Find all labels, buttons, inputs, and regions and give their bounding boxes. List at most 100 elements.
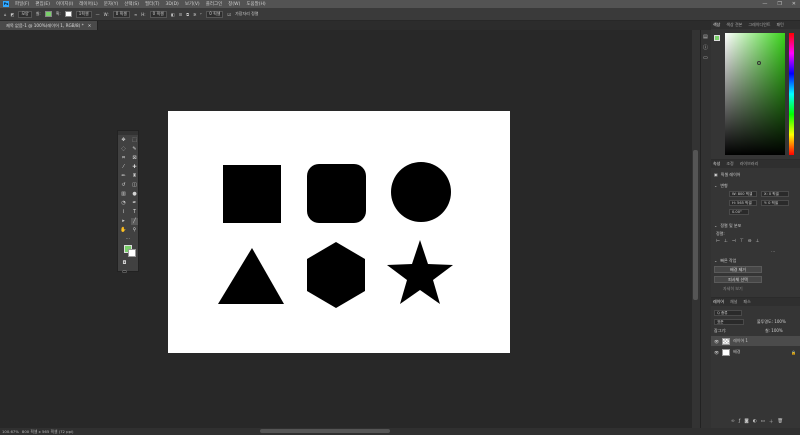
adjustment-icon[interactable]: ◐: [753, 419, 757, 425]
tab-gradients[interactable]: 그레이디언트: [748, 22, 770, 28]
close-icon[interactable]: ✕: [792, 1, 796, 7]
link-icon[interactable]: ∞: [134, 12, 137, 17]
height-field[interactable]: 0 픽셀: [149, 10, 167, 18]
menu-filter[interactable]: 필터(T): [145, 1, 160, 7]
blend-mode-select[interactable]: 표준: [714, 319, 744, 325]
menu-layer[interactable]: 레이어(L): [79, 1, 97, 7]
tab-paths[interactable]: 패스: [743, 299, 750, 305]
fill-swatch[interactable]: [44, 11, 52, 17]
menu-plugins[interactable]: 플러그인: [206, 1, 223, 7]
hand-tool-icon[interactable]: ✋: [120, 227, 127, 234]
close-tab-icon[interactable]: ✕: [88, 23, 92, 28]
layer-row[interactable]: 👁 배경 🔒: [711, 347, 800, 357]
stroke-style-icon[interactable]: —: [96, 12, 100, 17]
menu-window[interactable]: 창(W): [228, 1, 240, 7]
more-options-icon[interactable]: ⋯: [771, 249, 775, 254]
shape-tool-icon[interactable]: ╱: [131, 218, 138, 225]
path-select-tool-icon[interactable]: ▸: [120, 218, 127, 225]
gear-icon[interactable]: ✲: [193, 12, 196, 17]
align-vcenter-icon[interactable]: ⊖: [748, 239, 752, 244]
panel-fg-swatch[interactable]: [714, 35, 720, 41]
tab-libraries[interactable]: 라이브러리: [740, 161, 758, 167]
align-edges-checkbox[interactable]: ☑: [227, 12, 231, 17]
minimize-icon[interactable]: —: [762, 1, 767, 7]
comment-icon[interactable]: ▭: [703, 55, 709, 61]
layer-row[interactable]: 👁 레이어 1: [711, 336, 800, 346]
collapse-icon[interactable]: ⌄: [714, 258, 717, 264]
quick-select-tool-icon[interactable]: ✎: [131, 146, 138, 153]
transform-h-field[interactable]: H: 565 픽셀: [729, 200, 757, 206]
remove-background-button[interactable]: 배경 제거: [714, 266, 762, 273]
move-tool-icon[interactable]: ✥: [120, 137, 127, 144]
healing-brush-tool-icon[interactable]: ✚: [131, 164, 138, 171]
menu-type[interactable]: 문자(Y): [104, 1, 119, 7]
horizontal-scrollbar[interactable]: [260, 429, 390, 433]
pen-path-tool-icon[interactable]: ⌇: [120, 209, 127, 216]
select-subject-button[interactable]: 피사체 선택: [714, 276, 762, 283]
tab-channels[interactable]: 채널: [730, 299, 737, 305]
menu-image[interactable]: 이미지(I): [56, 1, 73, 7]
home-icon[interactable]: ⌂: [4, 12, 7, 17]
square-shape[interactable]: [223, 165, 281, 223]
stroke-width-field[interactable]: 1픽셀: [75, 10, 92, 18]
collapse-icon[interactable]: ⌄: [714, 223, 717, 229]
lasso-tool-icon[interactable]: ◌: [120, 146, 127, 153]
document-canvas[interactable]: [168, 111, 510, 353]
document-tab[interactable]: 제목 없음-1 @ 100%(레이어 1, RGB/8) * ✕: [0, 21, 99, 30]
collapse-icon[interactable]: ⌄: [714, 183, 717, 189]
vertical-scrollbar[interactable]: [692, 30, 700, 428]
stamp-tool-icon[interactable]: ♜: [131, 173, 138, 180]
brush-tool-icon[interactable]: ✏: [120, 173, 127, 180]
add-mask-icon[interactable]: ◙: [744, 419, 748, 425]
visibility-eye-icon[interactable]: 👁: [714, 350, 719, 355]
show-more-link[interactable]: 자세히 보기: [723, 286, 743, 292]
triangle-shape[interactable]: [218, 248, 284, 304]
zoom-tool-icon[interactable]: ⚲: [131, 227, 138, 234]
align-top-icon[interactable]: ⊤: [740, 239, 744, 244]
transform-angle-field[interactable]: 0.00°: [729, 209, 749, 215]
tab-swatches[interactable]: 색상 견본: [726, 22, 742, 28]
tab-color[interactable]: 색상: [713, 22, 720, 28]
fill-field[interactable]: 칠: 100%: [765, 328, 783, 334]
screen-mode-icon[interactable]: ▭: [121, 269, 128, 276]
align-right-icon[interactable]: ⊣: [732, 239, 736, 244]
align-hcenter-icon[interactable]: ⊥: [724, 239, 728, 244]
history-icon[interactable]: ▤: [703, 34, 709, 40]
eraser-tool-icon[interactable]: ◫: [131, 182, 138, 189]
tab-layers[interactable]: 레이어: [713, 299, 724, 305]
eyedropper-tool-icon[interactable]: ⁄: [120, 164, 127, 171]
align-left-icon[interactable]: ⊢: [716, 239, 720, 244]
gradient-tool-icon[interactable]: ▥: [120, 191, 127, 198]
hue-slider[interactable]: [789, 33, 794, 155]
frame-tool-icon[interactable]: ⊠: [131, 155, 138, 162]
history-brush-tool-icon[interactable]: ↺: [120, 182, 127, 189]
marquee-tool-icon[interactable]: ⬚: [131, 137, 138, 144]
dodge-tool-icon[interactable]: ◔: [120, 200, 127, 207]
rounded-square-shape[interactable]: [307, 164, 366, 223]
width-field[interactable]: 0 픽셀: [112, 10, 130, 18]
folder-icon[interactable]: ▭: [761, 419, 765, 425]
new-layer-icon[interactable]: ＋: [769, 419, 774, 425]
menu-help[interactable]: 도움말(H): [246, 1, 265, 7]
transform-x-field[interactable]: X: 0 픽셀: [761, 191, 789, 197]
zoom-level[interactable]: 100.67%: [2, 429, 19, 434]
hexagon-shape[interactable]: [307, 242, 365, 308]
restore-icon[interactable]: ❐: [777, 1, 781, 7]
align-bottom-icon[interactable]: ⊥: [755, 239, 759, 244]
color-field[interactable]: [725, 33, 785, 155]
menu-edit[interactable]: 편집(E): [35, 1, 50, 7]
visibility-eye-icon[interactable]: 👁: [714, 339, 719, 344]
color-picker-cursor-icon[interactable]: [757, 61, 761, 65]
path-ops-icon[interactable]: ◧: [171, 12, 175, 17]
tab-patterns[interactable]: 패턴: [776, 22, 783, 28]
stroke-swatch[interactable]: [64, 11, 72, 17]
menu-view[interactable]: 보기(V): [185, 1, 200, 7]
radius-field[interactable]: 0 픽셀: [206, 10, 224, 18]
tab-adjustments[interactable]: 조정: [726, 161, 733, 167]
layer-kind-filter[interactable]: Q 종류: [714, 310, 742, 316]
info-icon[interactable]: ⓘ: [703, 44, 709, 51]
circle-shape[interactable]: [391, 162, 451, 222]
trash-icon[interactable]: 🗑: [777, 419, 783, 425]
link-layers-icon[interactable]: ∞: [731, 419, 735, 425]
transform-y-field[interactable]: Y: 0 픽셀: [761, 200, 789, 206]
